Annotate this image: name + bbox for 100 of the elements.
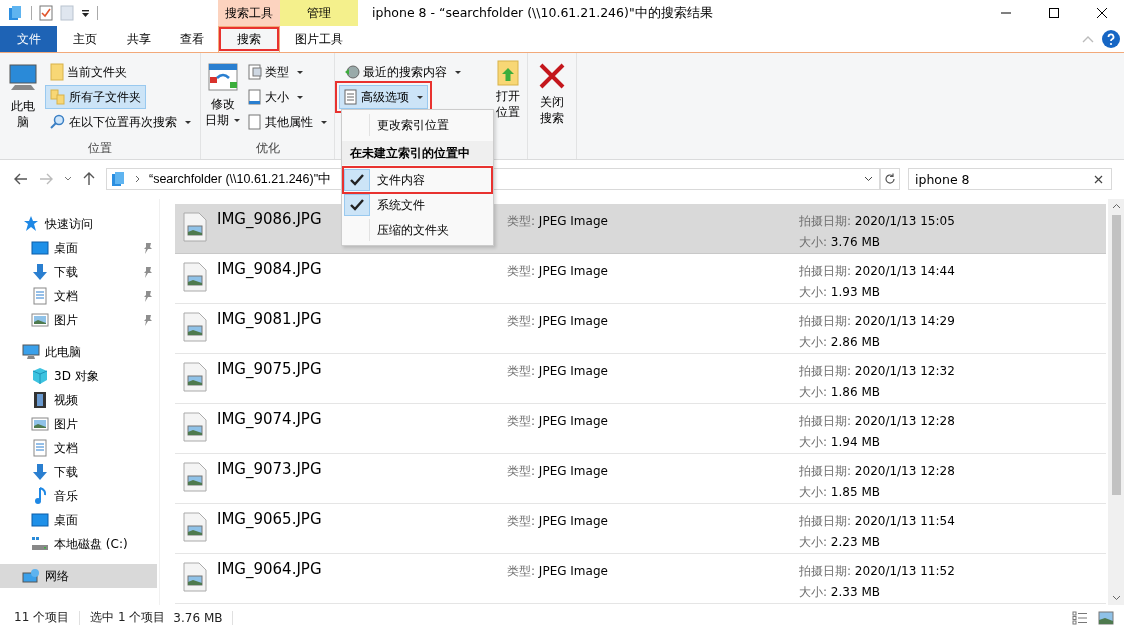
image-file-icon xyxy=(183,212,207,242)
file-type: 类型: JPEG Image xyxy=(507,363,609,380)
close-search-button[interactable]: 关闭 搜索 xyxy=(532,60,572,159)
desktop-icon xyxy=(31,511,49,529)
menu-checkbox-item[interactable]: 文件内容 xyxy=(344,168,491,192)
ribbon-tab[interactable]: 共享 xyxy=(112,26,165,52)
recent-caret-icon[interactable] xyxy=(64,176,72,182)
details-view-icon[interactable] xyxy=(1072,610,1088,625)
file-type: 类型: JPEG Image xyxy=(507,413,609,430)
large-icons-view-icon[interactable] xyxy=(1098,610,1114,625)
picture-icon xyxy=(31,415,49,433)
close-icon[interactable] xyxy=(1096,7,1108,19)
refresh-button[interactable] xyxy=(880,168,900,190)
folder-icon xyxy=(50,63,64,81)
date-taken: 拍摄日期: 2020/1/13 12:32 xyxy=(799,363,955,380)
menu-item[interactable]: 更改索引位置 xyxy=(344,113,491,137)
file-type: 类型: JPEG Image xyxy=(507,563,609,580)
folder-stack-icon xyxy=(111,171,127,187)
pin-icon[interactable] xyxy=(143,266,153,278)
nav-item[interactable]: 下载 xyxy=(0,260,157,284)
ribbon-button[interactable]: 所有子文件夹 xyxy=(45,85,146,109)
document-icon xyxy=(248,114,262,130)
nav-item[interactable]: 此电脑 xyxy=(0,340,157,364)
selection-info: 选中 1 个项目 xyxy=(90,609,166,626)
ribbon-tab[interactable]: 图片工具 xyxy=(280,26,358,52)
nav-item[interactable]: 桌面 xyxy=(0,236,157,260)
search-field[interactable]: iphone 8 xyxy=(908,168,1112,190)
nav-item[interactable]: 桌面 xyxy=(0,508,157,532)
file-row[interactable]: IMG_9074.JPG 类型: JPEG Image 拍摄日期: 2020/1/13 12:28 大小: 1.94 MB xyxy=(175,404,1106,454)
nav-item[interactable]: 本地磁盘 (C:) xyxy=(0,532,157,556)
nav-item[interactable]: 下载 xyxy=(0,460,157,484)
network-icon xyxy=(22,567,40,585)
pin-icon[interactable] xyxy=(143,290,153,302)
nav-item[interactable]: 文档 xyxy=(0,284,157,308)
nav-item[interactable]: 图片 xyxy=(0,308,157,332)
file-row[interactable]: IMG_9073.JPG 类型: JPEG Image 拍摄日期: 2020/1/13 12:28 大小: 1.85 MB xyxy=(175,454,1106,504)
picture-icon xyxy=(31,311,49,329)
computer-icon xyxy=(22,343,40,361)
properties-icon[interactable] xyxy=(39,5,53,21)
nav-item[interactable]: 快速访问 xyxy=(0,212,157,236)
customize-caret-icon[interactable] xyxy=(81,8,90,18)
file-size: 大小: 2.33 MB xyxy=(799,584,881,601)
nav-item[interactable]: 网络 xyxy=(0,564,157,588)
nav-item[interactable]: 图片 xyxy=(0,412,157,436)
ribbon-button[interactable]: 当前文件夹 xyxy=(45,60,132,84)
nav-item[interactable]: 音乐 xyxy=(0,484,157,508)
file-name: IMG_9081.JPG xyxy=(217,310,323,328)
image-file-icon xyxy=(183,462,207,492)
file-row[interactable]: IMG_9064.JPG 类型: JPEG Image 拍摄日期: 2020/1/13 11:52 大小: 2.33 MB xyxy=(175,554,1106,604)
file-row[interactable]: IMG_9065.JPG 类型: JPEG Image 拍摄日期: 2020/1/13 11:54 大小: 2.23 MB xyxy=(175,504,1106,554)
checkmark-icon xyxy=(349,199,364,211)
pin-icon[interactable] xyxy=(143,242,153,254)
date-taken: 拍摄日期: 2020/1/13 14:29 xyxy=(799,313,955,330)
file-row[interactable]: IMG_9075.JPG 类型: JPEG Image 拍摄日期: 2020/1/13 12:32 大小: 1.86 MB xyxy=(175,354,1106,404)
ribbon-tab[interactable]: 搜索 xyxy=(218,26,280,52)
refresh-icon xyxy=(884,173,896,185)
nav-item[interactable]: 3D 对象 xyxy=(0,364,157,388)
file-type: 类型: JPEG Image xyxy=(507,213,609,230)
menu-section-header: 在未建立索引的位置中 xyxy=(342,141,493,165)
file-size: 大小: 3.76 MB xyxy=(799,234,881,251)
item-count: 11 个项目 xyxy=(14,609,70,626)
menu-checkbox-item[interactable]: 压缩的文件夹 xyxy=(344,218,491,242)
chevron-right-icon[interactable] xyxy=(135,175,141,183)
file-size: 大小: 1.85 MB xyxy=(799,484,881,501)
calendar-icon xyxy=(206,62,239,92)
ribbon-tab[interactable]: 查看 xyxy=(165,26,218,52)
clear-icon[interactable] xyxy=(1094,174,1103,184)
selection-size: 3.76 MB xyxy=(173,610,223,625)
back-arrow-icon[interactable] xyxy=(14,173,28,185)
pin-icon[interactable] xyxy=(143,314,153,326)
scroll-down-icon[interactable] xyxy=(1111,595,1121,601)
maximize-icon[interactable] xyxy=(1048,7,1060,19)
this-pc-button[interactable]: 此电 脑 xyxy=(4,60,42,137)
ribbon-button[interactable]: 其他属性 xyxy=(243,110,332,134)
file-name: IMG_9084.JPG xyxy=(217,260,323,278)
ribbon-tab[interactable]: 文件 xyxy=(0,26,57,52)
desktop-icon xyxy=(31,239,49,257)
ribbon-button[interactable]: 在以下位置再次搜索 xyxy=(45,110,196,134)
open-location-button[interactable]: 打开 位置 xyxy=(493,60,523,159)
modified-date-button[interactable]: 修改 日期 xyxy=(205,60,240,137)
help-icon[interactable] xyxy=(1102,30,1120,48)
ribbon-button[interactable]: 类型 xyxy=(243,60,308,84)
document-icon xyxy=(31,287,49,305)
scroll-up-icon[interactable] xyxy=(1111,203,1121,209)
nav-item[interactable]: 文档 xyxy=(0,436,157,460)
image-file-icon xyxy=(183,512,207,542)
caret-down-icon[interactable] xyxy=(864,176,873,182)
star-icon xyxy=(22,215,40,233)
nav-item[interactable]: 视频 xyxy=(0,388,157,412)
vertical-scrollbar[interactable] xyxy=(1108,199,1124,605)
file-row[interactable]: IMG_9084.JPG 类型: JPEG Image 拍摄日期: 2020/1/13 14:44 大小: 1.93 MB xyxy=(175,254,1106,304)
file-row[interactable]: IMG_9081.JPG 类型: JPEG Image 拍摄日期: 2020/1/13 14:29 大小: 2.86 MB xyxy=(175,304,1106,354)
ribbon-tab[interactable]: 主页 xyxy=(57,26,112,52)
file-type: 类型: JPEG Image xyxy=(507,513,609,530)
folder-stack-icon[interactable] xyxy=(8,5,24,21)
date-taken: 拍摄日期: 2020/1/13 11:54 xyxy=(799,513,955,530)
file-type: 类型: JPEG Image xyxy=(507,463,609,480)
ribbon-button[interactable]: 大小 xyxy=(243,85,308,109)
contextual-tab-header: 搜索工具 xyxy=(218,0,280,26)
up-arrow-icon[interactable] xyxy=(83,172,95,186)
